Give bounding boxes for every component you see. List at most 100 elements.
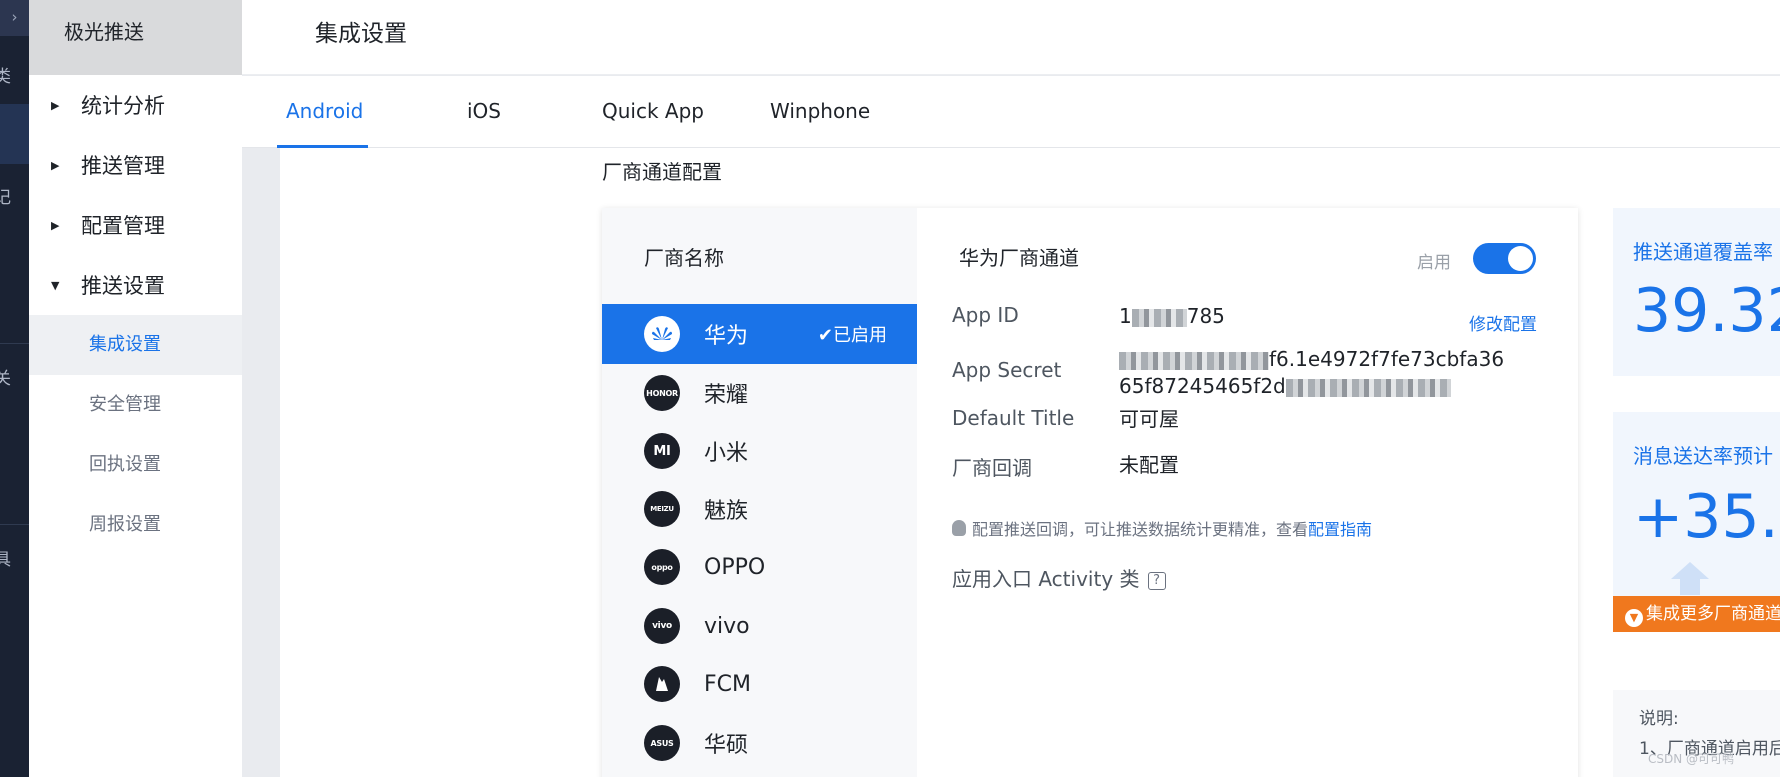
coverage-stat-card: 推送通道覆盖率 39.32 <box>1613 208 1780 376</box>
sidebar-item-security[interactable]: 安全管理 <box>29 375 242 435</box>
vendor-item-meizu[interactable]: MEIZU 魅族 <box>602 479 917 539</box>
toggle-knob <box>1508 246 1533 271</box>
chevron-down-icon: ▼ <box>1625 609 1643 627</box>
vendor-name: 荣耀 <box>704 383 749 408</box>
vendor-list: 厂商名称 华为 ✔已启用 HONOR 荣耀 MI 小米 MEIZU 魅族 opp… <box>602 208 917 777</box>
vendor-callback-label: 厂商回调 <box>952 456 1032 480</box>
sidebar-group-config-manage[interactable]: ▶ 配置管理 <box>29 195 242 255</box>
left-rail: › 类 记 关 具 <box>0 0 29 777</box>
redacted-mask <box>1285 378 1451 397</box>
vendor-name: 魅族 <box>704 499 749 524</box>
vivo-icon: vivo <box>644 608 680 644</box>
callback-hint: 配置推送回调，可让推送数据统计更精准，查看 配置指南 <box>952 516 1372 540</box>
vendor-item-xiaomi[interactable]: MI 小米 <box>602 421 917 481</box>
rail-active-item[interactable] <box>0 104 29 164</box>
vendor-list-header: 厂商名称 <box>644 246 724 270</box>
check-icon: ✔ <box>817 325 833 346</box>
honor-icon: HONOR <box>644 375 680 411</box>
sidebar-item-weekly-report[interactable]: 周报设置 <box>29 495 242 555</box>
tab-winphone[interactable]: Winphone <box>770 76 870 148</box>
huawei-icon <box>644 316 680 352</box>
brand-title: 极光推送 <box>29 0 242 75</box>
coverage-value: 39.32 <box>1633 276 1780 346</box>
meizu-icon: MEIZU <box>644 491 680 527</box>
vendor-item-vivo[interactable]: vivo vivo <box>602 596 917 656</box>
watermark: CSDN @可可鸭 <box>1648 752 1735 766</box>
redacted-mask <box>1131 308 1187 327</box>
app-id-value: 1 785 <box>1119 303 1225 330</box>
vendor-callback-value: 未配置 <box>1119 453 1179 477</box>
xiaomi-icon: MI <box>644 433 680 469</box>
vendor-item-fcm[interactable]: FCM <box>602 654 917 714</box>
chevron-down-icon: ▼ <box>51 278 60 292</box>
sidebar-item-receipt[interactable]: 回执设置 <box>29 435 242 495</box>
app-secret-visible-line1: f6.1e4972f7fe73cbfa36 <box>1269 347 1505 371</box>
tab-quick-app[interactable]: Quick App <box>602 76 704 148</box>
vendor-status-label: 已启用 <box>833 325 887 346</box>
page-title: 集成设置 <box>315 21 407 47</box>
vendor-name: 小米 <box>704 441 749 466</box>
vendor-config-card: 厂商名称 华为 ✔已启用 HONOR 荣耀 MI 小米 MEIZU 魅族 opp… <box>602 208 1578 777</box>
arrow-up-icon-stem <box>1680 579 1700 595</box>
redacted-mask <box>1119 351 1269 370</box>
enable-toggle[interactable] <box>1473 243 1536 274</box>
app-id-label: App ID <box>952 303 1019 327</box>
vendor-item-huawei[interactable]: 华为 ✔已启用 <box>602 304 917 364</box>
main-content: 厂商通道配置 厂商名称 华为 ✔已启用 HONOR 荣耀 MI 小米 MEIZU… <box>280 148 1780 777</box>
rail-item-char[interactable]: 关 <box>0 364 11 389</box>
chevron-right-icon: ▶ <box>51 98 60 112</box>
vendor-name: 华为 <box>704 324 749 349</box>
activity-class-label: 应用入口 Activity 类? <box>952 563 1166 592</box>
vendor-item-asus[interactable]: ASUS 华硕 <box>602 713 917 773</box>
arrow-up-icon <box>1671 562 1709 579</box>
rail-divider <box>0 343 29 344</box>
sidebar-item-integration[interactable]: 集成设置 <box>29 315 242 375</box>
platform-tabs: Android iOS Quick App Winphone <box>242 76 1780 148</box>
app-root: › 类 记 关 具 极光推送 ▶ 统计分析 ▶ 推送管理 ▶ 配置管理 ▼ 推送… <box>0 0 1780 777</box>
rail-item-char[interactable]: 具 <box>0 545 11 570</box>
sidebar-group-stats[interactable]: ▶ 统计分析 <box>29 75 242 135</box>
vendor-name: OPPO <box>704 554 766 580</box>
vendor-name: FCM <box>704 671 751 697</box>
rail-item-char[interactable]: 类 <box>0 62 11 87</box>
enable-switch-label: 启用 <box>1417 253 1451 273</box>
note-label: 说明: <box>1639 709 1679 729</box>
rail-item-char[interactable]: 记 <box>0 183 11 208</box>
chevron-right-icon: ▶ <box>51 158 60 172</box>
page-header: 集成设置 <box>242 0 1780 75</box>
hint-text: 配置推送回调，可让推送数据统计更精准，查看 <box>972 520 1309 539</box>
default-title-value: 可可屋 <box>1119 407 1179 431</box>
oppo-icon: oppo <box>644 549 680 585</box>
asus-icon: ASUS <box>644 725 680 761</box>
delivery-label: 消息送达率预计 <box>1633 444 1773 468</box>
sidebar-group-label: 统计分析 <box>81 94 165 118</box>
rail-divider <box>0 524 29 525</box>
activity-class-text: 应用入口 Activity 类 <box>952 567 1140 591</box>
config-guide-link[interactable]: 配置指南 <box>1308 516 1372 540</box>
vendor-item-oppo[interactable]: oppo OPPO <box>602 537 917 597</box>
vendor-status-badge: ✔已启用 <box>818 321 887 347</box>
sidebar-group-push-manage[interactable]: ▶ 推送管理 <box>29 135 242 195</box>
integrate-more-vendors-button[interactable]: ▼ 集成更多厂商通道 <box>1613 596 1780 632</box>
vendor-detail-title: 华为厂商通道 <box>959 246 1079 270</box>
default-title-label: Default Title <box>952 406 1075 430</box>
tab-ios[interactable]: iOS <box>467 76 501 148</box>
section-title: 厂商通道配置 <box>602 160 722 184</box>
vendor-item-honor[interactable]: HONOR 荣耀 <box>602 363 917 423</box>
sidebar-group-label: 推送管理 <box>81 154 165 178</box>
app-id-visible-suffix: 785 <box>1186 304 1225 328</box>
lightbulb-icon <box>952 520 966 536</box>
vendor-detail-panel: 华为厂商通道 启用 App ID 1 785 修改配置 App Secret f6… <box>917 208 1578 777</box>
sidebar-group-label: 配置管理 <box>81 214 165 238</box>
fcm-icon <box>644 666 680 702</box>
app-secret-visible-line2: 65f87245465f2d <box>1119 374 1286 398</box>
help-icon[interactable]: ? <box>1147 571 1166 590</box>
sidebar-group-push-settings[interactable]: ▼ 推送设置 <box>29 255 242 315</box>
sidebar: 极光推送 ▶ 统计分析 ▶ 推送管理 ▶ 配置管理 ▼ 推送设置 集成设置 安全… <box>29 0 242 777</box>
vendor-name: 华硕 <box>704 733 749 758</box>
app-id-visible-prefix: 1 <box>1119 304 1132 328</box>
app-secret-label: App Secret <box>952 358 1062 382</box>
expand-rail-button[interactable]: › <box>0 0 29 36</box>
tab-android[interactable]: Android <box>286 76 363 148</box>
edit-config-link[interactable]: 修改配置 <box>1469 310 1537 335</box>
